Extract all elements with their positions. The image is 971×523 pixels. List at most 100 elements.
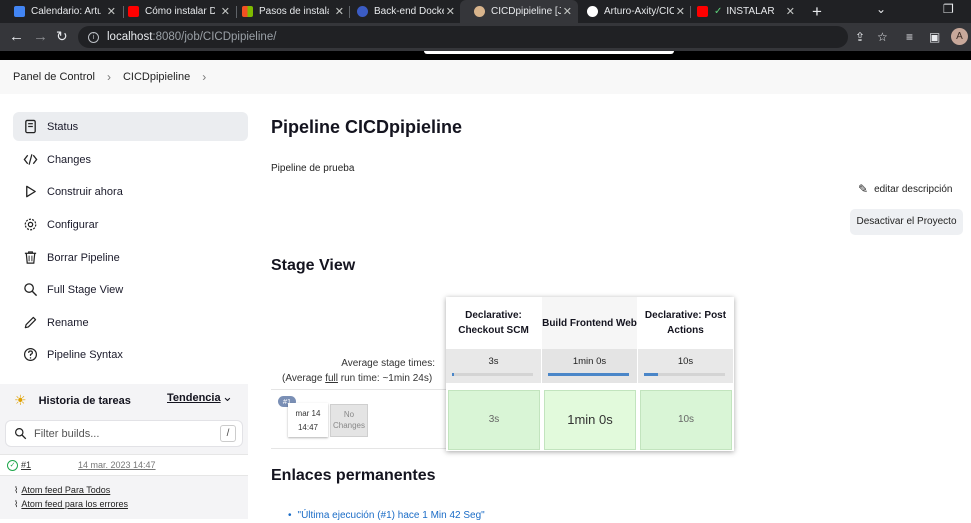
info-icon[interactable]: i [88,31,99,43]
forward-arrow-icon[interactable]: → [33,28,48,45]
stage-duration-bar [644,373,725,376]
stage-header-build-frontend: Build Frontend Web [542,297,637,349]
average-stage-times-label: Average stage times: [341,358,435,369]
browser-tab-jenkins[interactable]: CICDpipieline [Je ✕ [460,0,578,23]
trash-icon [22,250,38,266]
no-changes-box[interactable]: No Changes [330,404,368,437]
weather-sunny-icon: ☀ [14,392,27,408]
side-panel-icon[interactable]: ▣ [929,30,940,44]
build-date-box[interactable]: mar 14 14:47 [288,403,328,437]
chevron-down-icon[interactable]: ⌄ [222,389,233,405]
stage-average-checkout: 3s [446,349,541,383]
build-date-link[interactable]: 14 mar. 2023 14:47 [78,460,156,470]
jenkins-icon [474,6,485,17]
play-icon [22,184,38,200]
average-full-run-time: (Average full run time: ~1min 24s) [282,373,433,384]
browser-tab-microsoft[interactable]: Pasos de instalac ✕ [228,0,350,23]
reload-icon[interactable]: ↻ [56,28,68,45]
full-run-link[interactable]: full [325,373,338,384]
close-icon[interactable]: ✕ [786,5,795,18]
trend-link[interactable]: Tendencia [167,392,221,404]
build-time: 14:47 [297,423,319,432]
checkmark-icon: ✓ [714,6,723,17]
tab-title: CICDpipieline [Je [491,6,561,17]
profile-avatar[interactable]: A [951,28,968,45]
docker-icon [357,6,368,17]
build-row[interactable]: ✓ #1 14 mar. 2023 14:47 [0,454,248,476]
build-date: mar 14 [295,409,321,418]
sidebar-item-label: Rename [47,316,89,329]
gear-icon [22,217,38,233]
breadcrumb-job[interactable]: CICDpipieline [123,71,190,83]
media-queue-icon[interactable]: ≡ [906,30,913,44]
tab-title: Calendario: Arturo [31,6,101,17]
search-icon [22,282,38,298]
sidebar-item-full-stage-view[interactable]: Full Stage View [13,275,248,304]
sidebar-item-label: Borrar Pipeline [47,251,120,264]
stage-duration-fill [452,373,455,376]
sidebar-item-configure[interactable]: Configurar [13,210,248,239]
microsoft-icon [242,6,253,17]
browser-tab-backend-docker[interactable]: Back-end Docker ✕ [343,0,461,23]
edit-description-link[interactable]: ✎ editar descripción [858,182,952,196]
pencil-icon: ✎ [858,182,869,196]
breadcrumb-dashboard[interactable]: Panel de Control [13,71,95,83]
search-icon [15,428,27,440]
help-icon [22,347,38,363]
bookmark-star-icon[interactable]: ☆ [877,30,888,44]
document-icon [22,119,38,135]
stage-cell-build-frontend[interactable]: 1min 0s [544,390,636,450]
sidebar-item-label: Status [47,120,79,133]
jenkins-header-bar [0,51,971,60]
stage-build-row: #1 mar 14 14:47 No Changes [271,389,446,449]
bullet-icon: • [288,510,292,521]
sidebar-item-delete-pipeline[interactable]: Borrar Pipeline [13,243,248,272]
atom-feed-failures-link[interactable]: ⌇ Atom feed para los errores [14,499,128,510]
stage-duration-fill [548,373,629,376]
browser-tab-youtube-instalar[interactable]: ✓ INSTALAR W ✕ [683,0,801,23]
chevron-right-icon: › [106,70,111,84]
pencil-icon [22,315,38,331]
disable-project-button[interactable]: Desactivar el Proyecto [850,209,963,235]
tab-title: Pasos de instalac [259,6,329,17]
filter-placeholder: Filter builds... [34,427,100,440]
build-number-link[interactable]: #1 [21,460,31,470]
youtube-icon [128,6,139,17]
new-tab-button[interactable]: + [812,2,822,22]
sidebar-item-status[interactable]: Status [13,112,248,141]
browser-tab-youtube-docker[interactable]: Cómo instalar Do ✕ [114,0,236,23]
sidebar-item-rename[interactable]: Rename [13,308,248,337]
stage-header-post-actions: Declarative: Post Actions [644,310,727,336]
build-history-title: ☀ Historia de tareas [14,392,131,408]
atom-feed-all-link[interactable]: ⌇ Atom feed Para Todos [14,485,110,496]
sidebar-item-build-now[interactable]: Construir ahora [13,177,248,206]
close-icon[interactable]: ✕ [446,5,455,18]
tab-search-icon[interactable]: ⌄ [876,2,886,16]
permalink-item[interactable]: • "Última ejecución (#1) hace 1 Min 42 Se… [288,510,485,521]
stage-view-table: Declarative: Checkout SCM Build Frontend… [446,297,734,451]
chevron-right-icon[interactable]: › [202,70,206,84]
url-path: :8080/job/CICDpipieline/ [152,31,277,43]
github-icon [587,6,598,17]
sidebar-item-label: Configurar [47,218,99,231]
calendar-icon [14,6,25,17]
sidebar-item-pipeline-syntax[interactable]: Pipeline Syntax [13,340,248,369]
browser-tab-github[interactable]: Arturo-Axity/CIC ✕ [573,0,691,23]
sidebar-item-changes[interactable]: Changes [13,145,248,174]
back-arrow-icon[interactable]: ← [9,28,24,45]
permalinks-title: Enlaces permanentes [271,467,436,484]
stage-header-checkout: Declarative: Checkout SCM [458,310,529,336]
youtube-icon [697,6,708,17]
filter-builds-input[interactable]: Filter builds... / [5,420,243,447]
tab-title: Cómo instalar Do [145,6,215,17]
close-icon[interactable]: ✕ [563,5,572,18]
tab-title: Back-end Docker [374,6,444,17]
restore-window-icon[interactable]: ❐ [943,2,954,16]
address-bar[interactable]: i localhost:8080/job/CICDpipieline/ [78,26,848,48]
stage-cell-checkout[interactable]: 3s [448,390,540,450]
job-description: Pipeline de prueba [271,163,355,174]
share-icon[interactable]: ⇪ [855,30,865,44]
browser-tab-calendar[interactable]: Calendario: Arturo ✕ [0,0,122,23]
stage-cell-post-actions[interactable]: 10s [640,390,732,450]
sidebar-item-label: Full Stage View [47,283,124,296]
